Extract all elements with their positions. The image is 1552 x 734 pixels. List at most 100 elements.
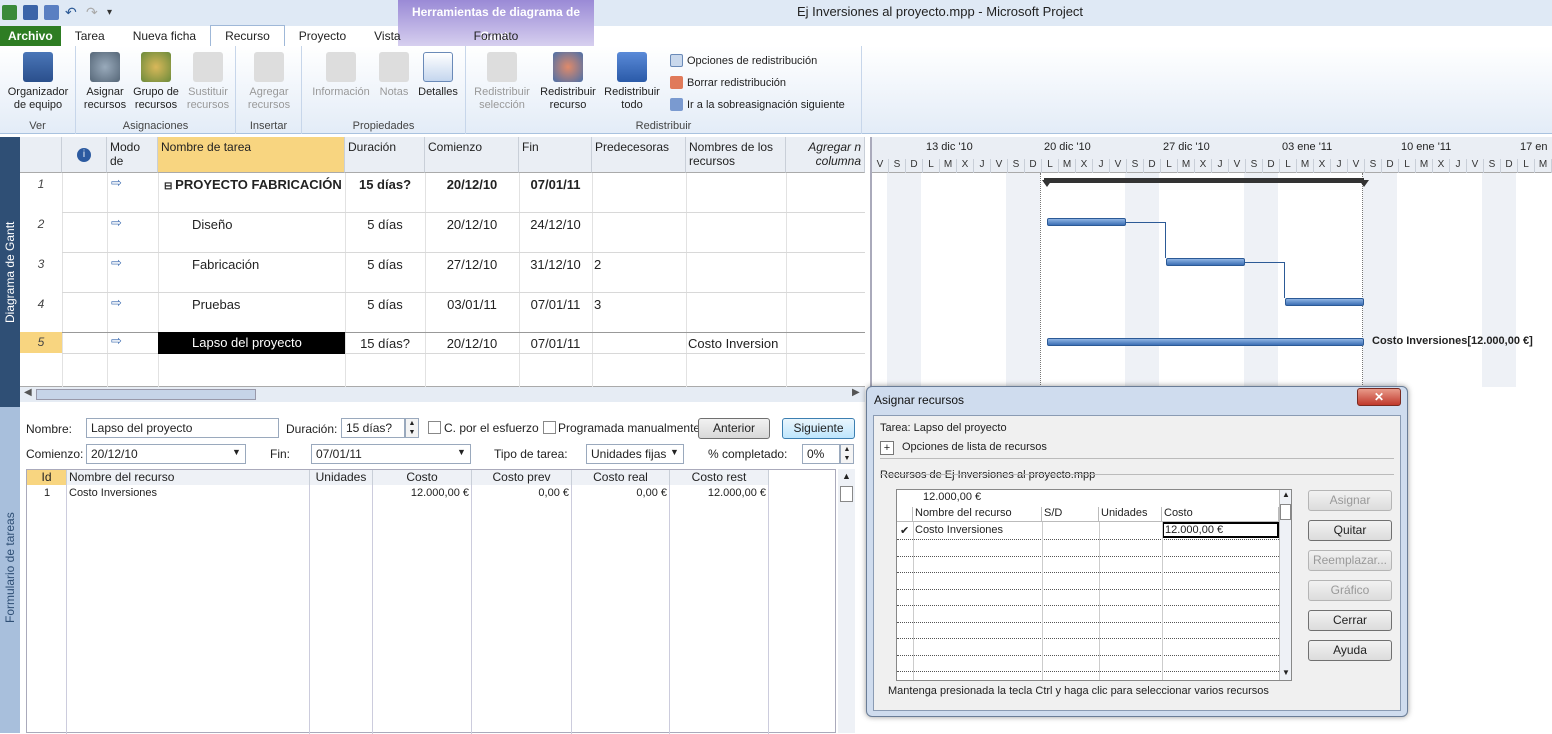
organizador-button[interactable]: Organizador de equipo xyxy=(4,52,72,112)
col-cost-real[interactable]: Costo real xyxy=(572,470,670,485)
dialog-edit-value[interactable]: 12.000,00 € xyxy=(923,491,981,503)
header-task-mode[interactable]: Modo de xyxy=(107,137,158,173)
asignar-recursos-button[interactable]: Asignar recursos xyxy=(80,52,130,112)
resource-row-name[interactable]: Costo Inversiones xyxy=(69,487,157,499)
task-name-cell[interactable]: ⊟ PROYECTO FABRICACIÓN xyxy=(164,177,342,192)
col-cost-prev[interactable]: Costo prev xyxy=(472,470,572,485)
redistribuir-todo-button[interactable]: Redistribuir todo xyxy=(600,52,664,112)
task-name-cell[interactable]: Pruebas xyxy=(192,297,240,312)
header-add-column[interactable]: Agregar n columna xyxy=(786,137,865,173)
manual-checkbox[interactable] xyxy=(543,421,556,434)
dialog-scroll-thumb[interactable] xyxy=(1280,504,1291,520)
col-cost-rest[interactable]: Costo rest xyxy=(670,470,769,485)
save-as-icon[interactable] xyxy=(44,4,59,20)
notas-button[interactable]: Notas xyxy=(376,52,412,99)
dialog-col-check[interactable] xyxy=(897,507,913,522)
siguiente-button[interactable]: Siguiente xyxy=(782,418,855,439)
resource-row-cost-real[interactable]: 0,00 € xyxy=(572,487,667,499)
tab-nueva-ficha[interactable]: Nueva ficha xyxy=(119,26,210,46)
grupo-recursos-button[interactable]: Grupo de recursos xyxy=(130,52,182,112)
anterior-button[interactable]: Anterior xyxy=(698,418,770,439)
resource-row-cost[interactable]: 12.000,00 € xyxy=(373,487,469,499)
expand-options-icon[interactable]: + xyxy=(880,441,894,455)
scroll-thumb[interactable] xyxy=(36,389,256,400)
scroll-thumb[interactable] xyxy=(840,486,853,502)
form-start-field[interactable]: 20/12/10 xyxy=(86,444,246,464)
siguiente-sobreasignacion-button[interactable]: Ir a la sobreasignación siguiente xyxy=(670,98,845,111)
col-units[interactable]: Unidades xyxy=(310,470,373,485)
scroll-right-icon[interactable]: ▶ xyxy=(852,387,860,398)
effort-checkbox[interactable] xyxy=(428,421,441,434)
detalles-button[interactable]: Detalles xyxy=(414,52,462,99)
duration-spinner[interactable]: ▲ ▼ xyxy=(405,418,419,438)
gantt-view-bar[interactable]: Diagrama de Gantt xyxy=(0,137,20,407)
gantt-bar-pruebas[interactable] xyxy=(1285,298,1364,306)
ayuda-button[interactable]: Ayuda xyxy=(1308,640,1392,661)
start-cell[interactable]: 27/12/10 xyxy=(425,257,519,272)
start-cell[interactable]: 20/12/10 xyxy=(425,336,519,351)
dialog-scroll-up-icon[interactable]: ▲ xyxy=(1282,490,1290,499)
redistribuir-seleccion-button[interactable]: Redistribuir selección xyxy=(470,52,534,112)
task-name-cell-selected[interactable]: Lapso del proyecto xyxy=(158,332,345,354)
tab-formato[interactable]: Formato xyxy=(398,26,594,46)
scroll-left-icon[interactable]: ◀ xyxy=(24,387,32,398)
gantt-bar-lapso[interactable] xyxy=(1047,338,1364,346)
resource-names-cell[interactable]: Costo Inversion xyxy=(688,336,778,351)
duration-cell[interactable]: 15 días? xyxy=(345,336,425,351)
finish-dropdown-icon[interactable]: ▼ xyxy=(457,447,466,457)
summary-bar[interactable] xyxy=(1044,178,1364,183)
start-dropdown-icon[interactable]: ▼ xyxy=(232,447,241,457)
form-name-field[interactable]: Lapso del proyecto xyxy=(86,418,279,438)
header-indicators[interactable]: i xyxy=(62,137,107,173)
form-duration-field[interactable]: 15 días? xyxy=(341,418,405,438)
duration-cell[interactable]: 5 días xyxy=(345,217,425,232)
resource-row-cost-prev[interactable]: 0,00 € xyxy=(472,487,569,499)
customize-qat-icon[interactable]: ▾ xyxy=(107,5,122,20)
row-id-selected[interactable]: 5 xyxy=(20,332,62,353)
cerrar-button[interactable]: Cerrar xyxy=(1308,610,1392,631)
dialog-col-cost[interactable]: Costo xyxy=(1162,507,1279,522)
duration-cell[interactable]: 15 días? xyxy=(345,177,425,192)
dialog-row-check[interactable]: ✔ xyxy=(900,524,909,537)
finish-cell[interactable]: 31/12/10 xyxy=(519,257,592,272)
col-cost[interactable]: Costo xyxy=(373,470,472,485)
complete-spinner[interactable]: ▲ ▼ xyxy=(840,444,854,464)
resource-row-id[interactable]: 1 xyxy=(27,487,67,499)
scroll-up-icon[interactable]: ▲ xyxy=(842,471,851,481)
header-resource-names[interactable]: Nombres de los recursos xyxy=(686,137,786,173)
predecessors-cell[interactable]: 2 xyxy=(594,257,601,272)
dialog-row-cost[interactable]: 12.000,00 € xyxy=(1162,522,1279,538)
header-duration[interactable]: Duración xyxy=(345,137,425,173)
redo-icon[interactable]: ↷ xyxy=(86,4,101,20)
dialog-options-label[interactable]: Opciones de lista de recursos xyxy=(902,441,1047,453)
col-resource-name[interactable]: Nombre del recurso xyxy=(67,470,310,485)
borrar-redistribucion-button[interactable]: Borrar redistribución xyxy=(670,76,786,89)
dialog-col-sd[interactable]: S/D xyxy=(1042,507,1099,522)
task-name-cell[interactable]: Fabricación xyxy=(192,257,259,272)
reemplazar-button[interactable]: Reemplazar... xyxy=(1308,550,1392,571)
finish-cell[interactable]: 24/12/10 xyxy=(519,217,592,232)
start-cell[interactable]: 20/12/10 xyxy=(425,177,519,192)
agregar-recursos-button[interactable]: Agregar recursos xyxy=(242,52,296,112)
gantt-bar-diseno[interactable] xyxy=(1047,218,1126,226)
grafico-button[interactable]: Gráfico xyxy=(1308,580,1392,601)
form-scrollbar[interactable]: ▲ xyxy=(838,469,855,733)
header-start[interactable]: Comienzo xyxy=(425,137,519,173)
dialog-col-name[interactable]: Nombre del recurso xyxy=(913,507,1042,522)
gantt-bar-fabricacion[interactable] xyxy=(1166,258,1245,266)
collapse-icon[interactable]: ⊟ xyxy=(164,181,175,192)
quitar-button[interactable]: Quitar xyxy=(1308,520,1392,541)
form-complete-field[interactable]: 0% xyxy=(802,444,840,464)
dialog-row-name[interactable]: Costo Inversiones xyxy=(915,524,1003,536)
col-id[interactable]: Id xyxy=(27,470,67,485)
row-id[interactable]: 1 xyxy=(20,177,62,191)
duration-cell[interactable]: 5 días xyxy=(345,257,425,272)
form-view-bar[interactable]: Formulario de tareas xyxy=(0,407,20,733)
tab-archivo[interactable]: Archivo xyxy=(0,26,61,46)
row-id[interactable]: 3 xyxy=(20,257,62,271)
opciones-redistribucion-button[interactable]: Opciones de redistribución xyxy=(670,54,817,67)
informacion-button[interactable]: Información xyxy=(306,52,376,99)
task-name-cell[interactable]: Diseño xyxy=(192,217,232,232)
header-finish[interactable]: Fin xyxy=(519,137,592,173)
dialog-grid-scrollbar[interactable]: ▲ ▼ xyxy=(1279,490,1291,680)
